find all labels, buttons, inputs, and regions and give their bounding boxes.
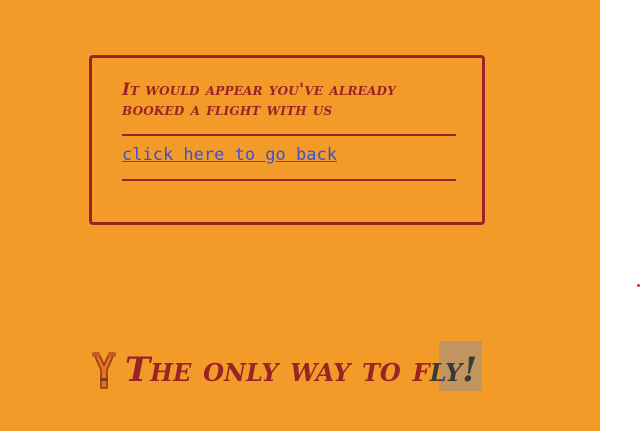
already-booked-message: It would appear you've already booked a … (122, 80, 396, 120)
divider-bottom (122, 179, 456, 181)
main-panel: It would appear you've already booked a … (0, 0, 600, 431)
tagline-text-highlighted: ly! (429, 350, 478, 390)
tagline: The only way to fly! (89, 345, 477, 395)
tagline-text: The only way to fly! (125, 348, 477, 392)
already-booked-card: It would appear you've already booked a … (89, 55, 485, 225)
edge-dot (637, 284, 640, 287)
tagline-text-main: The only way to f (125, 350, 430, 390)
go-back-link[interactable]: click here to go back (122, 144, 337, 166)
slingshot-icon (92, 352, 116, 389)
divider-top (122, 134, 456, 136)
